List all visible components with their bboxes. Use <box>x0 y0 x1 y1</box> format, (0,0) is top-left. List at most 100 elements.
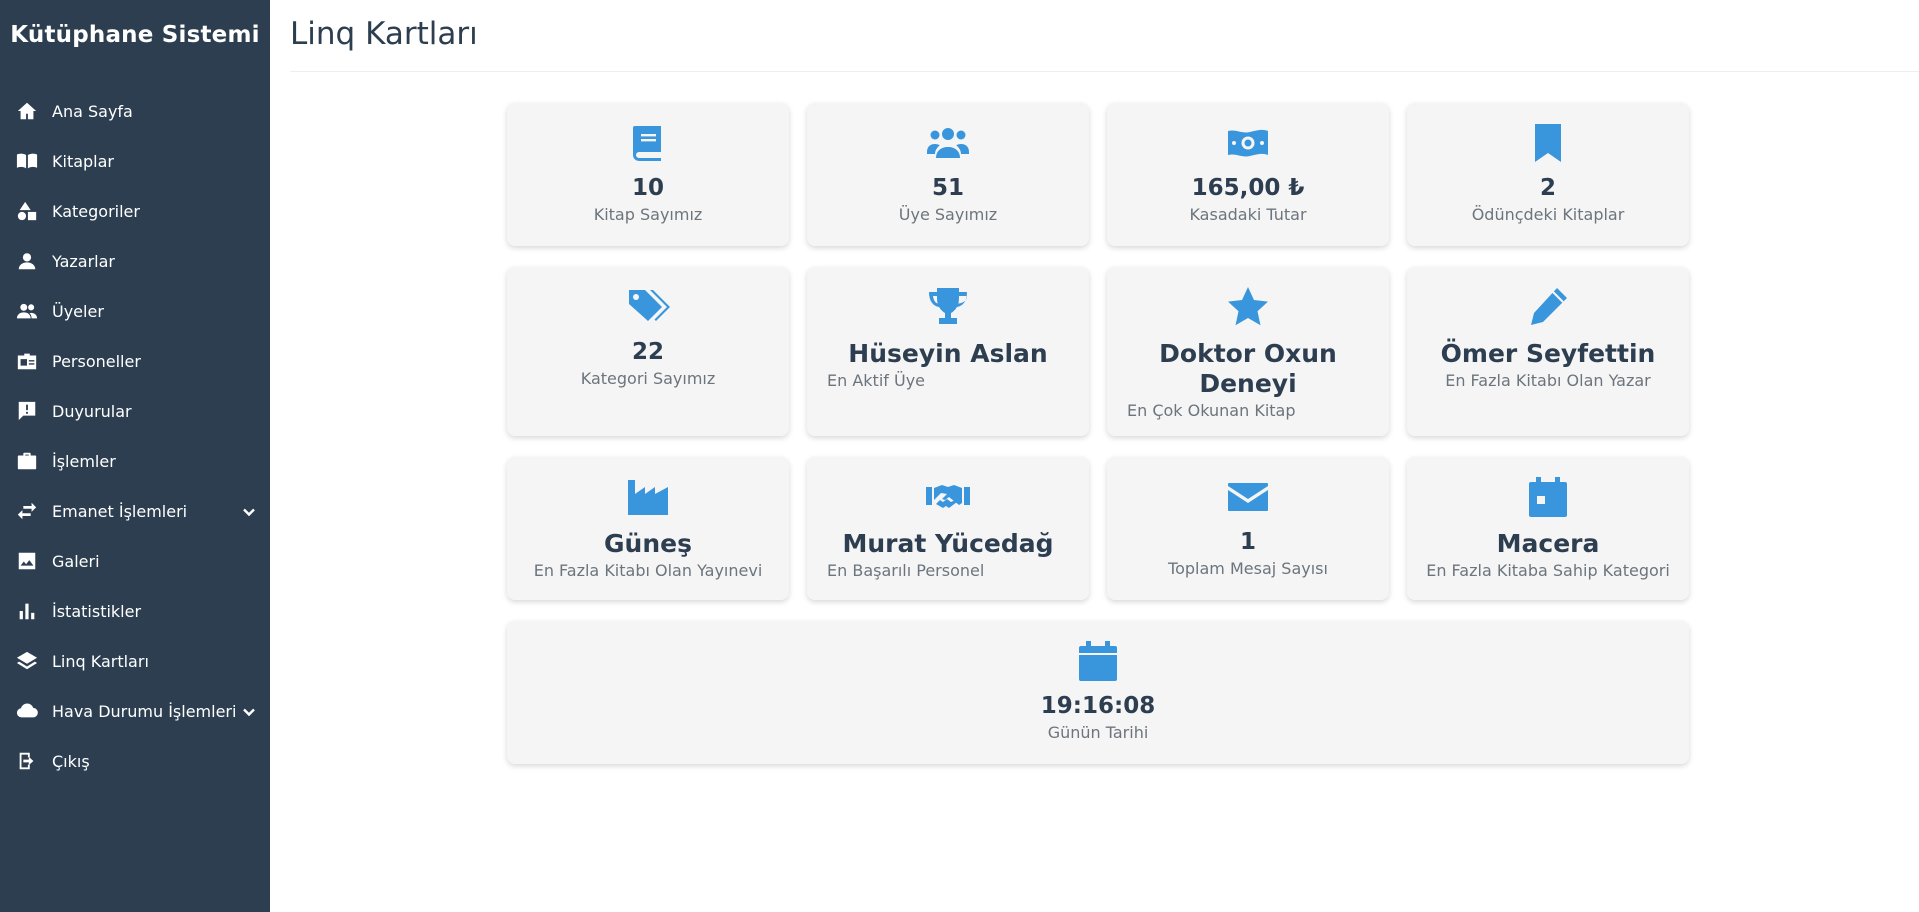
stat-card-yayinevi: Güneş En Fazla Kitabı Olan Yayınevi <box>507 457 789 600</box>
sidebar-item-label: İşlemler <box>52 451 116 471</box>
card-label: Toplam Mesaj Sayısı <box>1168 558 1328 578</box>
bookmark-icon <box>1526 121 1570 165</box>
chevron-down-icon[interactable] <box>242 504 256 518</box>
card-label: Kitap Sayımız <box>593 204 703 224</box>
sidebar-item-yazarlar[interactable]: Yazarlar <box>0 236 270 286</box>
card-label: Kasadaki Tutar <box>1189 204 1307 224</box>
card-value: 2 <box>1539 175 1556 201</box>
sidebar-item-label: Kitaplar <box>52 151 114 171</box>
stat-card-mesaj: 1 Toplam Mesaj Sayısı <box>1107 457 1389 600</box>
sidebar-nav: Ana Sayfa Kitaplar Kategoriler Yazarlar … <box>0 86 270 786</box>
card-value: 165,00 ₺ <box>1191 175 1305 201</box>
card-label: En Çok Okunan Kitap <box>1127 401 1296 420</box>
card-label: Günün Tarihi <box>1047 722 1149 742</box>
card-label: Ödünçdeki Kitaplar <box>1471 204 1625 224</box>
sign-out-icon <box>16 750 38 772</box>
stat-card-kitap: 10 Kitap Sayımız <box>507 103 789 246</box>
stat-card-en-fazla-kategori: Macera En Fazla Kitaba Sahip Kategori <box>1407 457 1689 600</box>
brand-title: Kütüphane Sistemi <box>10 22 260 48</box>
sidebar-item-label: Personeller <box>52 351 141 371</box>
card-value: Macera <box>1496 529 1600 558</box>
sidebar-item-ana-sayfa[interactable]: Ana Sayfa <box>0 86 270 136</box>
page-header: Linq Kartları <box>290 0 1919 72</box>
card-value: 22 <box>631 339 664 365</box>
bar-chart-icon <box>16 600 38 622</box>
sidebar-item-label: Kategoriler <box>52 201 140 221</box>
card-value: Güneş <box>604 529 692 558</box>
id-badge-icon <box>16 350 38 372</box>
sidebar-item-kitaplar[interactable]: Kitaplar <box>0 136 270 186</box>
sidebar-item-label: Üyeler <box>52 301 104 321</box>
card-value: Doktor Oxun Deneyi <box>1159 339 1337 398</box>
layers-icon <box>16 650 38 672</box>
stat-card-en-cok-okunan: Doktor Oxun Deneyi En Çok Okunan Kitap <box>1107 267 1389 436</box>
calendar-icon <box>1076 639 1120 683</box>
sidebar-item-label: Hava Durumu İşlemleri <box>52 701 237 721</box>
image-icon <box>16 550 38 572</box>
stat-card-en-aktif-uye: Hüseyin Aslan En Aktif Üye <box>807 267 1089 436</box>
sidebar-item-cikis[interactable]: Çıkış <box>0 736 270 786</box>
sidebar-item-hava-durumu-islemleri[interactable]: Hava Durumu İşlemleri <box>0 686 270 736</box>
card-value: Ömer Seyfettin <box>1440 339 1656 368</box>
industry-icon <box>626 475 670 519</box>
sidebar-item-label: Emanet İşlemleri <box>52 501 188 521</box>
book-open-icon <box>16 150 38 172</box>
stat-card-gunun-tarihi: 19:16:08 Günün Tarihi <box>507 621 1689 764</box>
star-icon <box>1226 285 1270 329</box>
card-value: 1 <box>1239 529 1256 555</box>
card-value: Murat Yücedağ <box>842 529 1054 558</box>
card-label: Kategori Sayımız <box>580 368 716 388</box>
home-icon <box>16 100 38 122</box>
shapes-icon <box>16 200 38 222</box>
sidebar-item-istatistikler[interactable]: İstatistikler <box>0 586 270 636</box>
sidebar-item-linq-kartlari[interactable]: Linq Kartları <box>0 636 270 686</box>
sidebar-item-label: Galeri <box>52 551 100 571</box>
envelope-icon <box>1226 475 1270 519</box>
card-label: En Aktif Üye <box>827 371 926 390</box>
sidebar-item-label: Yazarlar <box>52 251 115 271</box>
sidebar-item-islemler[interactable]: İşlemler <box>0 436 270 486</box>
card-label: En Fazla Kitaba Sahip Kategori <box>1426 561 1670 580</box>
chevron-down-icon[interactable] <box>242 704 256 718</box>
trophy-icon <box>926 285 970 329</box>
briefcase-icon <box>16 450 38 472</box>
card-label: Üye Sayımız <box>898 204 998 224</box>
card-label: En Fazla Kitabı Olan Yazar <box>1445 371 1651 390</box>
main-content: Linq Kartları 10 Kitap Sayımız 51 Üye Sa… <box>270 0 1919 912</box>
sidebar-item-label: İstatistikler <box>52 601 142 621</box>
card-value: 10 <box>631 175 664 201</box>
stat-card-en-fazla-yazar: Ömer Seyfettin En Fazla Kitabı Olan Yaza… <box>1407 267 1689 436</box>
stat-card-en-basarili-personel: Murat Yücedağ En Başarılı Personel <box>807 457 1089 600</box>
sidebar-item-label: Linq Kartları <box>52 651 149 671</box>
sidebar-item-label: Duyurular <box>52 401 132 421</box>
comment-alert-icon <box>16 400 38 422</box>
calendar-icon <box>1526 475 1570 519</box>
page-title: Linq Kartları <box>290 16 478 52</box>
card-value: 19:16:08 <box>1040 693 1156 719</box>
user-icon <box>16 250 38 272</box>
book-icon <box>626 121 670 165</box>
pencil-icon <box>1526 285 1570 329</box>
sidebar-item-galeri[interactable]: Galeri <box>0 536 270 586</box>
stat-card-kasa: 165,00 ₺ Kasadaki Tutar <box>1107 103 1389 246</box>
money-bill-icon <box>1226 121 1270 165</box>
stat-card-odunc: 2 Ödünçdeki Kitaplar <box>1407 103 1689 246</box>
stat-card-kategori: 22 Kategori Sayımız <box>507 267 789 436</box>
stat-card-uye: 51 Üye Sayımız <box>807 103 1089 246</box>
sidebar-item-label: Ana Sayfa <box>52 101 133 121</box>
sidebar-item-personeller[interactable]: Personeller <box>0 336 270 386</box>
sidebar-item-label: Çıkış <box>52 751 90 771</box>
sidebar-item-emanet-islemleri[interactable]: Emanet İşlemleri <box>0 486 270 536</box>
card-label: En Başarılı Personel <box>827 561 985 580</box>
handshake-icon <box>926 475 970 519</box>
card-value: Hüseyin Aslan <box>848 339 1048 368</box>
card-value: 51 <box>931 175 964 201</box>
card-label: En Fazla Kitabı Olan Yayınevi <box>533 561 763 580</box>
sidebar-item-kategoriler[interactable]: Kategoriler <box>0 186 270 236</box>
cloud-icon <box>16 700 38 722</box>
users-icon <box>926 121 970 165</box>
tags-icon <box>626 285 670 329</box>
sidebar-item-uyeler[interactable]: Üyeler <box>0 286 270 336</box>
sidebar: Kütüphane Sistemi Ana Sayfa Kitaplar Kat… <box>0 0 270 912</box>
sidebar-item-duyurular[interactable]: Duyurular <box>0 386 270 436</box>
